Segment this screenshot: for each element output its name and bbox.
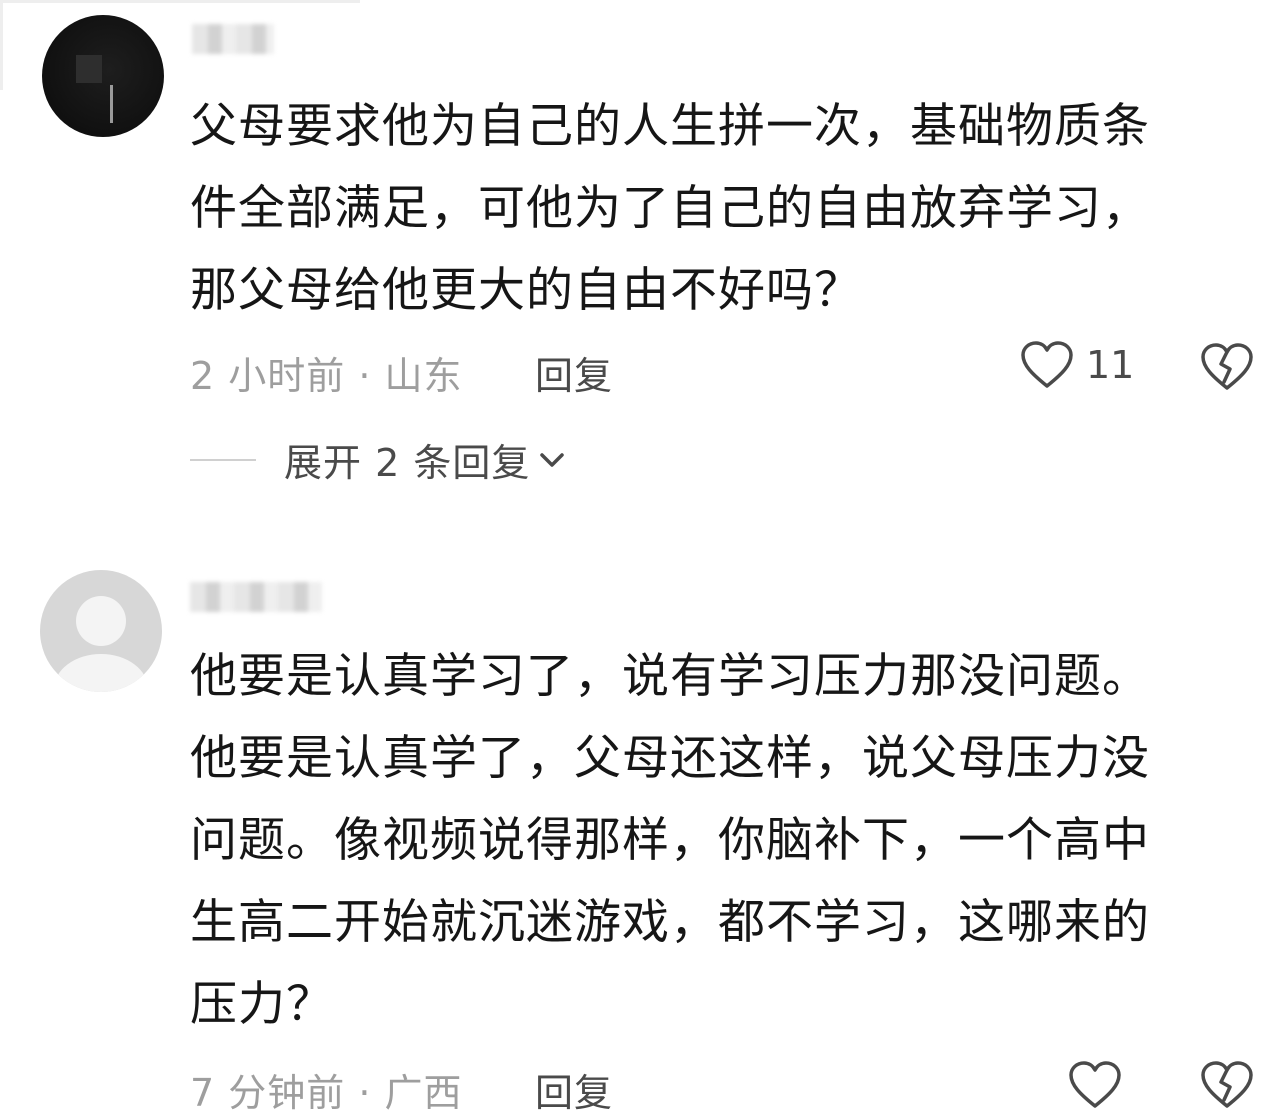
comment-line: 生高二开始就沉迷游戏，都不学习，这哪来的 <box>190 895 1150 950</box>
comment-line: 他要是认真学了，父母还这样，说父母压力没 <box>190 731 1150 786</box>
dislike-button[interactable] <box>1200 1060 1254 1114</box>
comment-line: 问题。像视频说得那样，你脑补下，一个高中 <box>190 813 1150 868</box>
username-redacted <box>190 582 322 612</box>
comment-meta: 7 分钟前 · 广西 <box>190 1071 463 1115</box>
avatar[interactable] <box>40 570 162 692</box>
broken-heart-icon <box>1201 1061 1253 1108</box>
comment-text: 他要是认真学习了，说有学习压力那没问题。 他要是认真学了，父母还这样，说父母压力… <box>190 636 1230 1046</box>
heart-outline-icon <box>1069 1061 1121 1108</box>
comment-item: 他要是认真学习了，说有学习压力那没问题。 他要是认真学了，父母还这样，说父母压力… <box>0 0 1264 1115</box>
reply-button[interactable]: 回复 <box>535 1062 613 1117</box>
comment-line: 他要是认真学习了，说有学习压力那没问题。 <box>190 649 1150 704</box>
like-button[interactable] <box>1068 1060 1122 1110</box>
comment-line: 压力？ <box>190 977 334 1032</box>
